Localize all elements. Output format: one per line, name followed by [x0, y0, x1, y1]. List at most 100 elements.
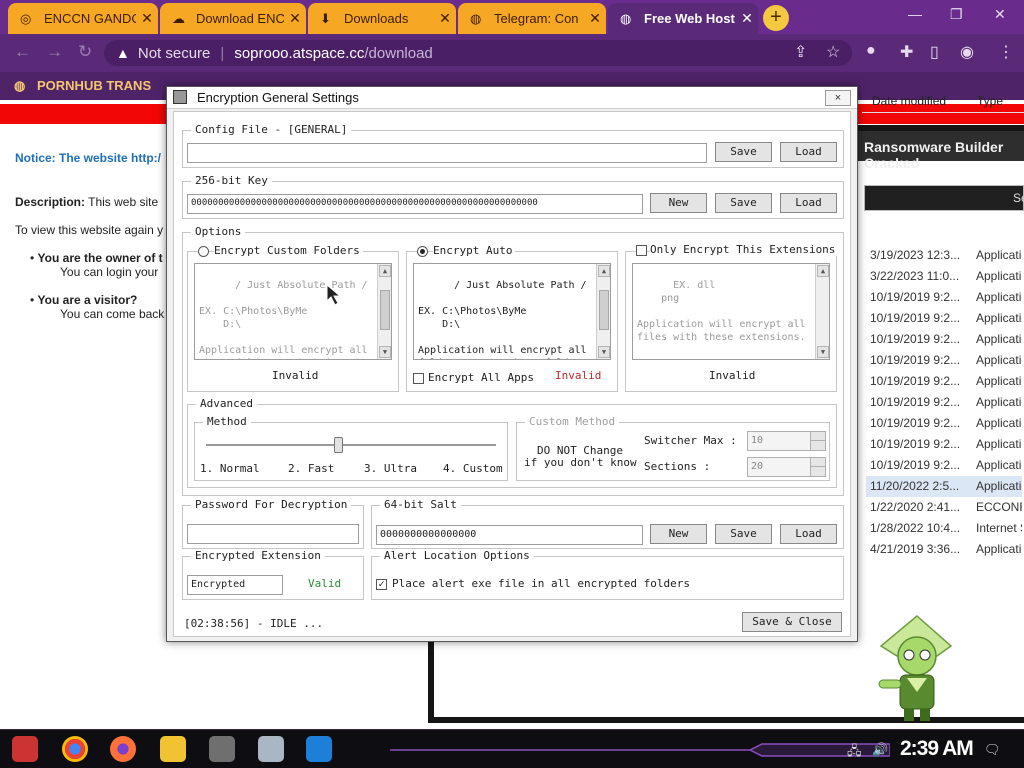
app-icon[interactable]	[306, 736, 332, 762]
notification-icon[interactable]: 🗨	[984, 742, 1001, 758]
switcher-max-spinner[interactable]: 10	[747, 431, 826, 451]
tab-downloads[interactable]: ⬇ Downloads ✕	[308, 3, 456, 34]
mouse-cursor-icon	[326, 284, 342, 306]
close-tab-icon[interactable]: ✕	[284, 10, 306, 27]
file-row[interactable]: 1/28/2022 10:4... Internet S	[866, 518, 1022, 539]
close-icon[interactable]: ×	[825, 90, 851, 106]
spin-down-icon[interactable]	[810, 467, 825, 476]
file-row[interactable]: 10/19/2019 9:2... Application	[866, 371, 1022, 392]
column-date-modified[interactable]: Date modified	[872, 94, 946, 108]
scroll-down-icon[interactable]: ▼	[379, 346, 391, 358]
scroll-down-icon[interactable]: ▼	[598, 346, 610, 358]
taskbar-clock[interactable]: 2:39 AM	[900, 737, 974, 761]
encrypt-all-apps-checkbox[interactable]	[413, 373, 424, 384]
salt-input[interactable]: 0000000000000000	[376, 525, 643, 545]
extensions-scrollbar[interactable]: ▲ ▼	[815, 264, 829, 359]
spin-up-icon[interactable]	[810, 458, 825, 467]
extensions-textarea[interactable]: EX. dll png Application will encrypt all…	[632, 263, 830, 360]
method-slider-track[interactable]	[206, 444, 496, 446]
file-row[interactable]: 1/22/2020 2:41... ECCONFIG	[866, 497, 1022, 518]
auto-scrollbar[interactable]: ▲ ▼	[596, 264, 610, 359]
dialog-titlebar[interactable]: Encryption General Settings ×	[167, 87, 857, 109]
start-menu-icon[interactable]	[12, 736, 38, 762]
scroll-up-icon[interactable]: ▲	[598, 265, 610, 277]
spin-up-icon[interactable]	[810, 432, 825, 441]
tab-enccn-gandc[interactable]: ◎ ENCCN GANDC ✕	[8, 3, 158, 34]
bookmark-pornhub-trans[interactable]: PORNHUB TRANS	[37, 78, 151, 93]
extension-avatar-icon[interactable]: ●	[866, 42, 876, 60]
sections-spinner[interactable]: 20	[747, 457, 826, 477]
spin-down-icon[interactable]	[810, 441, 825, 450]
forward-icon[interactable]: →	[46, 42, 63, 62]
close-tab-icon[interactable]: ✕	[434, 10, 456, 27]
only-extensions-checkbox[interactable]	[636, 245, 647, 256]
close-tab-icon[interactable]: ✕	[736, 10, 758, 27]
key-load-button[interactable]: Load	[780, 193, 837, 213]
star-icon[interactable]: ☆	[826, 42, 840, 62]
scroll-up-icon[interactable]: ▲	[817, 265, 829, 277]
encrypt-auto-radio[interactable]	[417, 246, 428, 257]
reload-icon[interactable]: ↻	[78, 42, 92, 62]
config-save-button[interactable]: Save	[715, 142, 772, 162]
address-bar[interactable]: ▲ Not secure | soprooo.atspace.cc/downlo…	[104, 40, 852, 66]
explorer-search-input[interactable]: Se	[864, 185, 1024, 211]
custom-folders-textarea[interactable]: / Just Absolute Path / EX. C:\Photos\ByM…	[194, 263, 392, 360]
key-new-button[interactable]: New	[650, 193, 707, 213]
visitor-heading: You are a visitor?	[37, 293, 138, 307]
key-save-button[interactable]: Save	[715, 193, 772, 213]
config-load-button[interactable]: Load	[780, 142, 837, 162]
encrypted-extension-input[interactable]: Encrypted	[187, 575, 283, 595]
salt-new-button[interactable]: New	[650, 524, 707, 544]
close-tab-icon[interactable]: ✕	[136, 10, 158, 27]
file-row[interactable]: 10/19/2019 9:2... Application	[866, 350, 1022, 371]
tab-telegram[interactable]: ◍ Telegram: Con ✕	[458, 3, 606, 34]
scroll-thumb[interactable]	[380, 290, 390, 330]
file-explorer-icon[interactable]	[160, 736, 186, 762]
photos-icon[interactable]	[258, 736, 284, 762]
share-icon[interactable]: ⇪	[794, 42, 807, 62]
file-row[interactable]: 10/19/2019 9:2... Application	[866, 434, 1022, 455]
close-window-icon[interactable]: ✕	[994, 6, 1006, 23]
auto-textarea[interactable]: / Just Absolute Path / EX. C:\Photos\ByM…	[413, 263, 611, 360]
tab-download-enc[interactable]: ☁ Download ENC ✕	[160, 3, 306, 34]
restore-icon[interactable]: ❐	[950, 6, 963, 23]
chrome-icon[interactable]	[62, 736, 88, 762]
file-row[interactable]: 10/19/2019 9:2... Application	[866, 392, 1022, 413]
salt-load-button[interactable]: Load	[780, 524, 837, 544]
file-row[interactable]: 10/19/2019 9:2... Application	[866, 455, 1022, 476]
file-row[interactable]: 10/19/2019 9:2... Application	[866, 329, 1022, 350]
file-row[interactable]: 3/19/2023 12:3... Application	[866, 245, 1022, 266]
new-tab-button[interactable]: +	[763, 5, 789, 31]
custom-folders-scrollbar[interactable]: ▲ ▼	[377, 264, 391, 359]
file-row[interactable]: 10/19/2019 9:2... Application	[866, 413, 1022, 434]
config-file-input[interactable]	[187, 143, 707, 163]
scroll-up-icon[interactable]: ▲	[379, 265, 391, 277]
encrypt-custom-folders-radio[interactable]	[198, 246, 209, 257]
password-input[interactable]	[187, 524, 359, 544]
sidebar-icon[interactable]: ▯	[930, 42, 939, 62]
file-row[interactable]: 11/20/2022 2:5... Application	[866, 476, 1022, 497]
close-tab-icon[interactable]: ✕	[584, 10, 606, 27]
minimize-icon[interactable]: —	[908, 6, 922, 22]
salt-save-button[interactable]: Save	[715, 524, 772, 544]
puzzle-icon[interactable]: ✚	[900, 42, 913, 62]
firefox-icon[interactable]	[110, 736, 136, 762]
tab-free-web-host[interactable]: ◍ Free Web Host ✕	[608, 3, 758, 34]
file-row[interactable]: 3/22/2023 11:0... Application	[866, 266, 1022, 287]
scroll-thumb[interactable]	[599, 290, 609, 330]
volume-icon[interactable]: 🔊	[872, 742, 888, 758]
file-row[interactable]: 10/19/2019 9:2... Application	[866, 308, 1022, 329]
network-icon[interactable]: 🖧	[847, 742, 862, 764]
file-row[interactable]: 10/19/2019 9:2... Application	[866, 287, 1022, 308]
column-type[interactable]: Type	[977, 94, 1003, 108]
save-close-button[interactable]: Save & Close	[742, 612, 842, 632]
profile-icon[interactable]: ◉	[960, 42, 974, 62]
task-view-icon[interactable]	[209, 736, 235, 762]
back-icon[interactable]: ←	[14, 42, 31, 62]
place-alert-checkbox[interactable]: ✓	[376, 579, 387, 590]
key-input[interactable]: 0000000000000000000000000000000000000000…	[187, 194, 643, 214]
scroll-down-icon[interactable]: ▼	[817, 346, 829, 358]
method-slider-thumb[interactable]	[333, 437, 343, 453]
file-row[interactable]: 4/21/2019 3:36... Application	[866, 539, 1022, 560]
menu-icon[interactable]: ⋮	[998, 42, 1014, 62]
